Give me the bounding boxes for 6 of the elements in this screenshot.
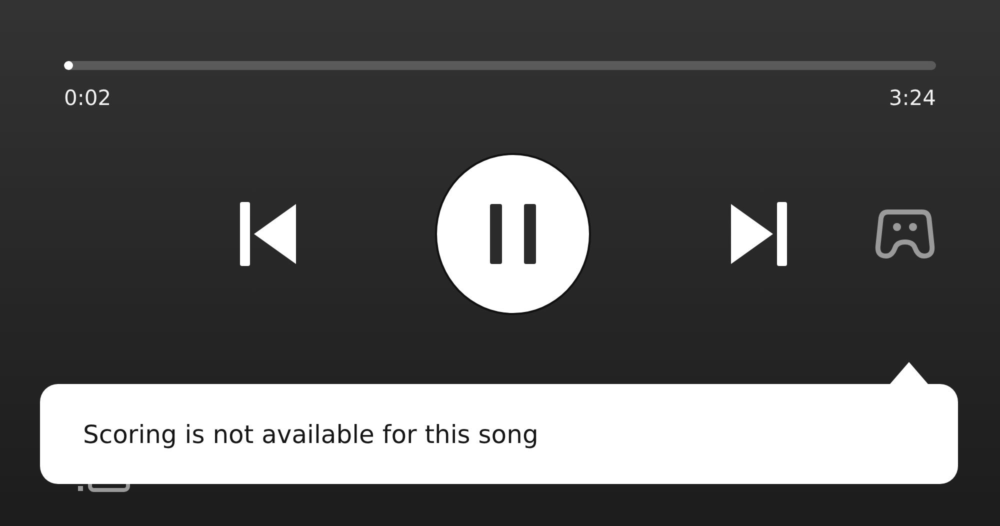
total-time: 3:24	[888, 86, 936, 110]
next-button[interactable]	[731, 202, 787, 266]
gamepad-icon[interactable]	[874, 208, 936, 260]
tooltip-message: Scoring is not available for this song	[83, 420, 538, 448]
previous-button[interactable]	[240, 202, 296, 266]
elapsed-time: 0:02	[64, 86, 112, 110]
